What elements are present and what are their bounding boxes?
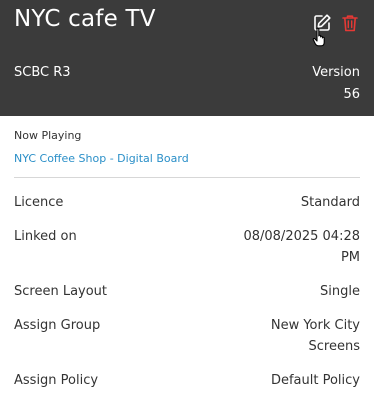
now-playing-link[interactable]: NYC Coffee Shop - Digital Board: [14, 152, 189, 165]
assign-group-label: Assign Group: [14, 318, 101, 333]
licence-label: Licence: [14, 195, 64, 210]
assign-group-line-1: New York City: [270, 318, 360, 333]
assign-policy-value: Default Policy: [270, 373, 360, 388]
assign-group-value: New York City Screens: [271, 315, 360, 357]
version-label: Version: [312, 65, 360, 80]
assign-policy-label: Assign Policy: [14, 373, 99, 388]
version-value: 56: [343, 87, 360, 102]
device-header: NYC cafe TV SCBC R3 Version 56: [0, 0, 374, 116]
linked-on-label: Linked on: [14, 229, 77, 244]
delete-button[interactable]: [340, 13, 360, 33]
linked-on-time-suffix: PM: [340, 250, 360, 265]
trash-icon: [342, 15, 358, 32]
linked-on-date: 08/08/2025 04:28: [243, 229, 360, 244]
device-model: SCBC R3: [14, 65, 71, 80]
screen-layout-value: Single: [320, 284, 360, 299]
device-card: NYC cafe TV SCBC R3 Version 56 Now Playi…: [0, 0, 374, 408]
linked-on-value: 08/08/2025 04:28 PM: [243, 226, 360, 268]
section-divider: [14, 177, 360, 178]
licence-value: Standard: [300, 195, 360, 210]
hand-cursor-icon: [312, 27, 330, 47]
now-playing-label: Now Playing: [14, 129, 82, 142]
device-title: NYC cafe TV: [14, 6, 156, 32]
assign-group-line-2: Screens: [308, 339, 360, 354]
screen-layout-label: Screen Layout: [14, 284, 108, 299]
